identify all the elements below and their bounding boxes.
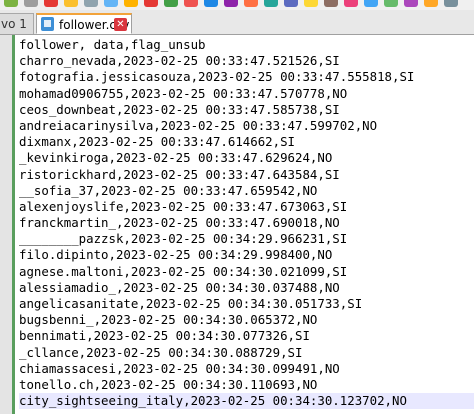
editor-line[interactable]: alexenjoyslife,2023-02-25 00:33:47.67306… (19, 199, 474, 215)
close-icon[interactable]: ✕ (114, 18, 127, 31)
editor-line[interactable]: city_sightseeing_italy,2023-02-25 00:34:… (19, 393, 474, 410)
toolbar (0, 0, 474, 10)
toolbar-button-icon[interactable] (204, 0, 218, 7)
text-editor[interactable]: follower, data,flag_unsub charro_nevada,… (0, 35, 474, 414)
editor-line[interactable]: ristorickhard,2023-02-25 00:33:47.643584… (19, 167, 474, 183)
editor-line[interactable]: bennimati,2023-02-25 00:34:30.077326,SI (19, 328, 474, 344)
toolbar-button-icon[interactable] (44, 0, 58, 7)
editor-line[interactable]: mohamad0906755,2023-02-25 00:33:47.57077… (19, 86, 474, 102)
toolbar-button-icon[interactable] (4, 0, 18, 7)
editor-line[interactable]: __sofia_37,2023-02-25 00:33:47.659542,NO (19, 183, 474, 199)
editor-line[interactable]: filo.dipinto,2023-02-25 00:34:29.998400,… (19, 247, 474, 263)
toolbar-button-icon[interactable] (64, 0, 78, 7)
toolbar-button-icon[interactable] (84, 0, 98, 7)
editor-line[interactable]: bugsbenni_,2023-02-25 00:34:30.065372,NO (19, 312, 474, 328)
editor-line[interactable]: franckmartin_,2023-02-25 00:33:47.690018… (19, 215, 474, 231)
editor-line[interactable]: ceos_downbeat,2023-02-25 00:33:47.585738… (19, 102, 474, 118)
editor-line[interactable]: alessiamadio_,2023-02-25 00:34:30.037488… (19, 280, 474, 296)
toolbar-button-icon[interactable] (444, 0, 458, 7)
editor-line[interactable]: fotografia.jessicasouza,2023-02-25 00:33… (19, 69, 474, 85)
toolbar-button-icon[interactable] (284, 0, 298, 7)
toolbar-button-icon[interactable] (144, 0, 158, 7)
toolbar-button-icon[interactable] (344, 0, 358, 7)
toolbar-button-icon[interactable] (124, 0, 138, 7)
fold-marker-line (12, 35, 15, 414)
editor-line[interactable]: dixmanx,2023-02-25 00:33:47.614662,SI (19, 134, 474, 150)
editor-line[interactable]: ________pazzsk,2023-02-25 00:34:29.96623… (19, 231, 474, 247)
toolbar-button-icon[interactable] (24, 0, 38, 7)
editor-line[interactable]: agnese.maltoni,2023-02-25 00:34:30.02109… (19, 264, 474, 280)
tab-label: vo 1 (1, 17, 27, 31)
tab-document-1[interactable]: vo 1 (0, 13, 34, 34)
toolbar-button-icon[interactable] (184, 0, 198, 7)
editor-line[interactable]: _cllance,2023-02-25 00:34:30.088729,SI (19, 345, 474, 361)
editor-line[interactable]: _kevinkiroga,2023-02-25 00:33:47.629624,… (19, 150, 474, 166)
toolbar-button-icon[interactable] (224, 0, 238, 7)
toolbar-button-icon[interactable] (104, 0, 118, 7)
editor-line[interactable]: chiamassacesi,2023-02-25 00:34:30.099491… (19, 361, 474, 377)
toolbar-button-icon[interactable] (244, 0, 258, 7)
toolbar-button-icon[interactable] (324, 0, 338, 7)
tab-follower-csv[interactable]: follower.csv ✕ (36, 13, 132, 34)
editor-line[interactable]: charro_nevada,2023-02-25 00:33:47.521526… (19, 53, 474, 69)
toolbar-button-icon[interactable] (364, 0, 378, 7)
toolbar-button-icon[interactable] (164, 0, 178, 7)
editor-line[interactable]: follower, data,flag_unsub (19, 37, 474, 53)
toolbar-button-icon[interactable] (304, 0, 318, 7)
toolbar-button-icon[interactable] (404, 0, 418, 7)
toolbar-button-icon[interactable] (264, 0, 278, 7)
toolbar-button-icon[interactable] (424, 0, 438, 7)
editor-line[interactable]: angelicasanitate,2023-02-25 00:34:30.051… (19, 296, 474, 312)
tab-bar: vo 1 follower.csv ✕ (0, 10, 474, 35)
toolbar-button-icon[interactable] (384, 0, 398, 7)
editor-line[interactable]: tonello.ch,2023-02-25 00:34:30.110693,NO (19, 377, 474, 393)
editor-lines[interactable]: follower, data,flag_unsub charro_nevada,… (19, 37, 474, 410)
editor-line[interactable]: andreiacarinysilva,2023-02-25 00:33:47.5… (19, 118, 474, 134)
file-icon (41, 17, 54, 31)
